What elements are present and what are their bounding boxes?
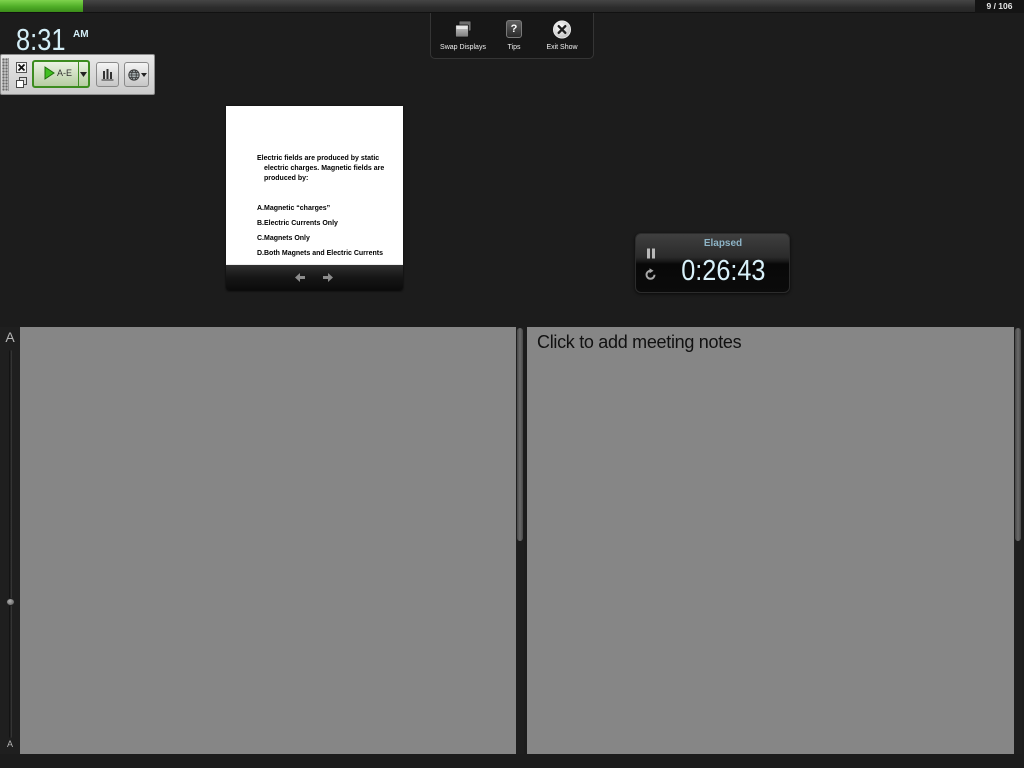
swap-displays-icon — [455, 20, 472, 38]
close-icon — [16, 62, 27, 73]
exit-show-label: Exit Show — [546, 44, 578, 51]
bar-chart-icon — [101, 69, 114, 81]
slide-option: D.Both Magnets and Electric Currents — [257, 250, 384, 257]
arrow-right-icon — [323, 273, 333, 282]
font-size-large-label: A — [5, 329, 15, 345]
meeting-notes-placeholder[interactable]: Click to add meeting notes — [537, 332, 742, 352]
start-poll-label: A-E — [57, 68, 73, 78]
chevron-down-icon — [80, 72, 87, 77]
close-circle-icon — [552, 20, 572, 39]
meeting-notes-scrollbar[interactable] — [1014, 327, 1022, 754]
font-size-slider[interactable]: A A — [0, 327, 20, 754]
arrow-left-icon — [295, 273, 305, 282]
slide-progress-bar — [0, 0, 975, 13]
close-toolbar-button[interactable] — [16, 60, 27, 73]
tips-button[interactable]: ? Tips — [494, 17, 534, 55]
slide-options: A.Magnetic “charges” B.Electric Currents… — [257, 201, 397, 261]
chevron-down-icon — [141, 73, 147, 77]
slide-progress-fill — [0, 0, 83, 12]
next-slide-button[interactable] — [321, 272, 335, 284]
slide-question: Electric fields are produced by static e… — [257, 155, 385, 182]
toolbar-grip-handle[interactable] — [2, 58, 9, 91]
poll-options-dropdown[interactable] — [79, 60, 90, 88]
scrollbar-thumb[interactable] — [517, 328, 523, 541]
toolbar-windows-button[interactable] — [16, 75, 27, 88]
pause-timer-button[interactable] — [646, 246, 656, 259]
font-size-small-label: A — [6, 739, 13, 749]
clock-time: 8:31 — [16, 22, 66, 57]
reset-timer-button[interactable] — [644, 268, 657, 281]
slide-option: A.Magnetic “charges” — [257, 205, 331, 212]
timer-widget: Elapsed 0:26:43 — [635, 233, 790, 293]
presenter-notes-panel[interactable] — [20, 327, 516, 754]
show-chart-button[interactable] — [96, 62, 119, 87]
slide-option: B.Electric Currents Only — [257, 220, 338, 227]
globe-icon — [128, 69, 140, 81]
slide-counter: 9 / 106 — [975, 0, 1024, 13]
presenter-toolbar: Swap Displays ? Tips Exit Show — [430, 13, 594, 59]
globe-menu-button[interactable] — [124, 62, 149, 87]
swap-displays-label: Swap Displays — [440, 44, 486, 51]
help-icon-glyph: ? — [510, 23, 518, 35]
window-stack-icon — [16, 77, 27, 88]
polling-toolbar: A-E — [0, 54, 155, 95]
presenter-notes-scrollbar[interactable] — [516, 327, 524, 754]
slide-option: C.Magnets Only — [257, 235, 310, 242]
pause-icon — [647, 248, 655, 259]
start-poll-button[interactable]: A-E — [32, 60, 79, 88]
previous-slide-button[interactable] — [293, 272, 307, 284]
play-icon — [44, 66, 55, 80]
help-icon: ? — [506, 20, 522, 38]
exit-show-button[interactable]: Exit Show — [539, 17, 585, 55]
reset-icon — [645, 268, 656, 280]
font-size-slider-track[interactable] — [9, 350, 12, 738]
clock-meridiem: AM — [73, 29, 89, 40]
timer-label: Elapsed — [703, 238, 743, 249]
meeting-notes-panel[interactable]: Click to add meeting notes — [527, 327, 1014, 754]
font-size-slider-knob[interactable] — [6, 598, 15, 607]
swap-displays-button[interactable]: Swap Displays — [438, 17, 488, 55]
current-slide: Electric fields are produced by static e… — [226, 106, 403, 265]
slide-nav-bar — [226, 265, 403, 290]
scrollbar-thumb[interactable] — [1015, 328, 1021, 541]
tips-label: Tips — [507, 44, 521, 51]
elapsed-time: 0:26:43 — [681, 255, 766, 287]
